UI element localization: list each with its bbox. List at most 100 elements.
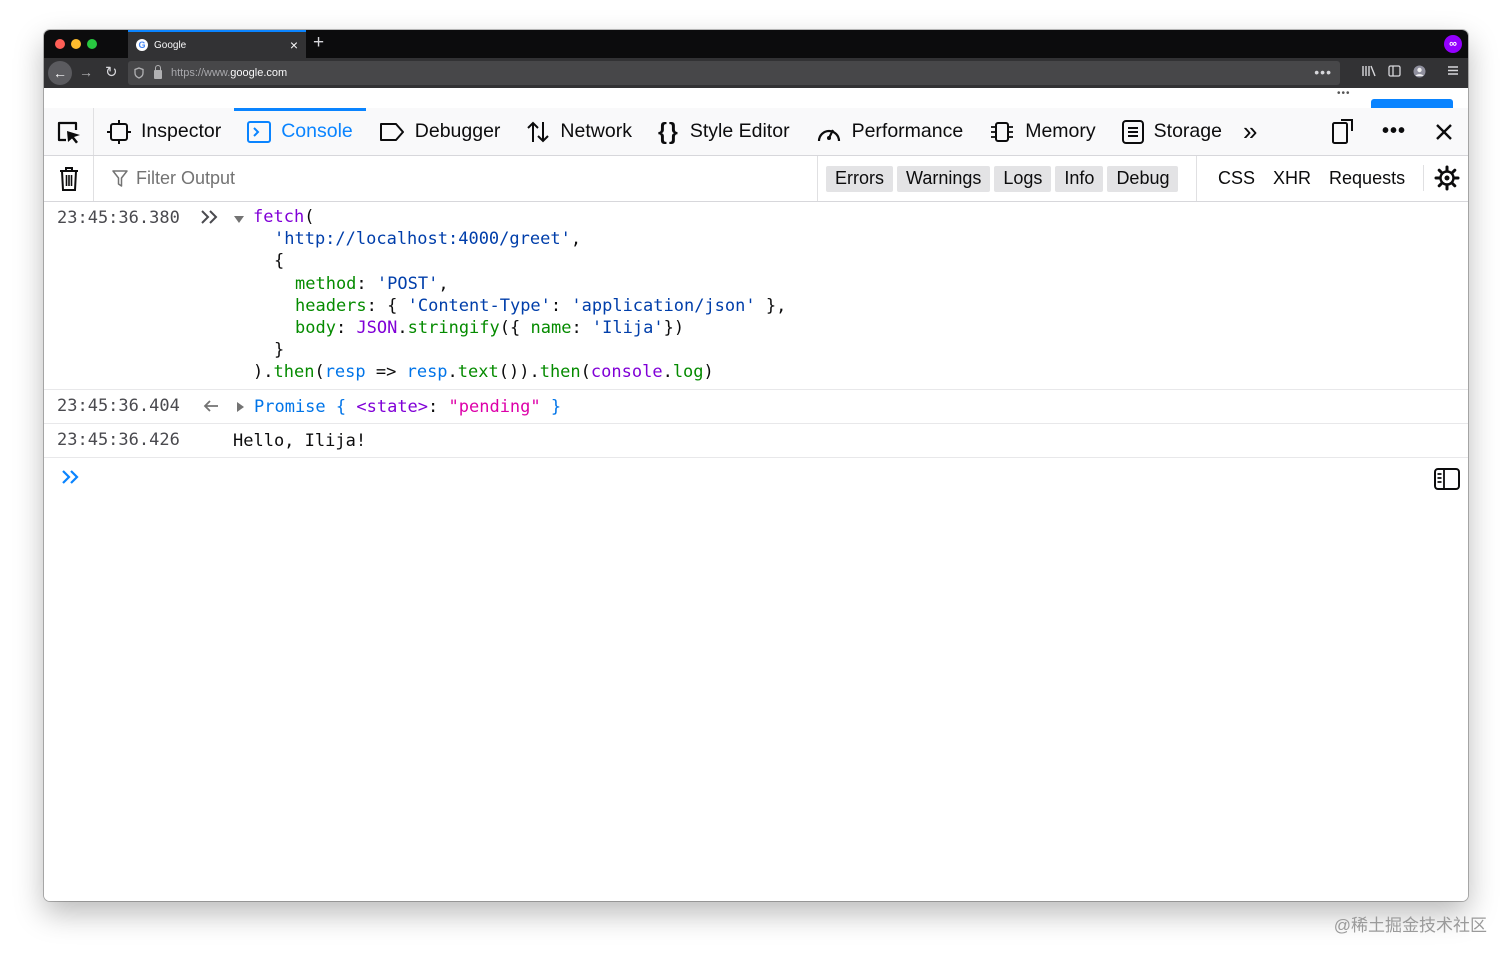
tab-console[interactable]: Console [234, 108, 366, 155]
style-editor-icon: {} [657, 118, 680, 144]
account-avatar-icon[interactable] [1413, 65, 1426, 78]
code-line: body: JSON.stringify({ name: 'Ilija'}) [295, 318, 685, 338]
page-content-strip: ••• [44, 88, 1468, 108]
code-line: 'http://localhost:4000/greet', [274, 229, 582, 249]
maximize-window-button[interactable] [87, 39, 97, 49]
responsive-design-icon[interactable] [1328, 118, 1354, 145]
filter-css-button[interactable]: CSS [1209, 168, 1264, 189]
inspector-icon [107, 119, 131, 144]
tab-label: Memory [1025, 120, 1096, 142]
tab-network[interactable]: Network [513, 108, 645, 155]
log-text: Hello, Ilija! [233, 431, 367, 451]
console-input-message: 23:45:36.380 fetch( 'http://localhost:40… [44, 202, 1468, 390]
filter-funnel-icon [112, 169, 128, 188]
console-input-prompt[interactable] [44, 458, 1468, 498]
tab-label: Inspector [141, 120, 222, 142]
memory-icon [989, 120, 1015, 144]
code-line: } [274, 340, 285, 360]
private-browsing-icon[interactable]: ∞ [1444, 35, 1462, 53]
filter-output-input[interactable]: Filter Output [112, 168, 235, 189]
console-filter-bar: Filter Output Errors Warnings Logs Info … [44, 156, 1468, 202]
toolbox-controls: ••• [1314, 108, 1468, 155]
devtools-toolbox: Inspector Console Debugger Network {} St… [44, 108, 1468, 156]
tab-performance[interactable]: Performance [803, 108, 977, 155]
message-timestamp: 23:45:36.380 [57, 208, 180, 228]
tab-label: Console [281, 120, 353, 142]
console-settings-gear-icon[interactable] [1423, 165, 1460, 191]
promise-preview[interactable]: Promise { <state>: "pending" } [254, 396, 561, 418]
tab-label: Storage [1153, 120, 1222, 142]
log-level-filters: Errors Warnings Logs Info Debug [817, 156, 1182, 201]
tab-strip: G Google × + ∞ [44, 30, 1468, 58]
performance-icon [816, 121, 842, 143]
devtools-panel: ••• Inspector Console Debugger Network {… [44, 88, 1468, 901]
expand-twisty-icon[interactable] [234, 216, 244, 223]
element-picker-button[interactable] [44, 108, 94, 155]
browser-window: G Google × + ∞ ← → ↻ https://www. google… [44, 30, 1468, 901]
console-output: 23:45:36.380 fetch( 'http://localhost:40… [44, 202, 1468, 498]
google-favicon-icon: G [136, 39, 148, 51]
tab-memory[interactable]: Memory [976, 108, 1108, 155]
more-tools-chevron-icon[interactable]: » [1235, 116, 1258, 147]
tab-debugger[interactable]: Debugger [366, 108, 514, 155]
page-dots-icon: ••• [1337, 88, 1351, 99]
debugger-icon [379, 122, 405, 142]
lock-icon[interactable] [154, 64, 162, 79]
page-actions-icon[interactable]: ••• [1314, 64, 1332, 80]
prompt-chevron-icon [61, 468, 81, 491]
library-icon[interactable] [1362, 65, 1376, 77]
filter-debug-button[interactable]: Debug [1107, 165, 1179, 192]
filter-xhr-button[interactable]: XHR [1264, 168, 1320, 189]
reload-button[interactable]: ↻ [105, 63, 118, 81]
tab-inspector[interactable]: Inspector [94, 108, 234, 155]
meatball-menu-icon[interactable]: ••• [1382, 120, 1406, 143]
back-button[interactable]: ← [48, 61, 72, 85]
code-line: fetch( [253, 207, 315, 227]
new-tab-button[interactable]: + [313, 33, 324, 53]
input-chevron-icon [200, 208, 220, 231]
code-line: headers: { 'Content-Type': 'application/… [295, 296, 787, 316]
minimize-window-button[interactable] [71, 39, 81, 49]
filter-placeholder: Filter Output [136, 168, 236, 188]
close-devtools-icon[interactable] [1434, 122, 1454, 142]
tab-label: Debugger [414, 120, 501, 142]
code-line: ).then(resp => resp.text()).then(console… [253, 362, 714, 382]
forward-button[interactable]: → [79, 64, 93, 80]
network-filters: CSS XHR Requests [1196, 156, 1414, 201]
hamburger-menu-icon[interactable] [1447, 65, 1459, 76]
filter-errors-button[interactable]: Errors [826, 165, 893, 192]
console-icon [247, 120, 272, 143]
navigation-bar: ← → ↻ https://www. google.com ••• [44, 58, 1468, 88]
filter-info-button[interactable]: Info [1055, 165, 1104, 192]
watermark-text: @稀土掘金技术社区 [1333, 916, 1487, 935]
tracking-shield-icon[interactable] [134, 67, 144, 79]
page-blue-button [1371, 99, 1453, 108]
url-host: google.com [230, 67, 288, 79]
code-line: { [274, 251, 285, 271]
tab-style-editor[interactable]: {} Style Editor [645, 108, 803, 155]
network-icon [526, 120, 550, 144]
url-bar[interactable]: https://www. google.com ••• [128, 61, 1340, 85]
filter-warnings-button[interactable]: Warnings [897, 165, 991, 192]
result-arrow-icon [202, 398, 220, 419]
filter-logs-button[interactable]: Logs [994, 165, 1052, 192]
trash-icon [59, 166, 78, 191]
tab-label: Style Editor [689, 120, 790, 142]
console-result-message: 23:45:36.404 Promise { <state>: "pending… [44, 390, 1468, 424]
expand-object-twisty-icon[interactable] [237, 402, 244, 412]
tab-storage[interactable]: Storage [1109, 108, 1235, 155]
url-protocol: https://www. [171, 67, 231, 79]
storage-icon [1121, 119, 1144, 144]
editor-mode-toggle-icon[interactable] [1434, 468, 1460, 495]
browser-tab-google[interactable]: G Google × [128, 30, 306, 58]
sidebar-icon[interactable] [1388, 65, 1401, 77]
tab-close-icon[interactable]: × [290, 38, 298, 52]
tab-label: Performance [851, 120, 964, 142]
tab-title: Google [154, 39, 187, 51]
code-line: method: 'POST', [295, 274, 449, 294]
clear-console-button[interactable] [44, 156, 94, 201]
element-picker-icon [57, 121, 80, 143]
filter-requests-button[interactable]: Requests [1320, 168, 1414, 189]
message-timestamp: 23:45:36.426 [57, 430, 180, 450]
close-window-button[interactable] [55, 39, 65, 49]
